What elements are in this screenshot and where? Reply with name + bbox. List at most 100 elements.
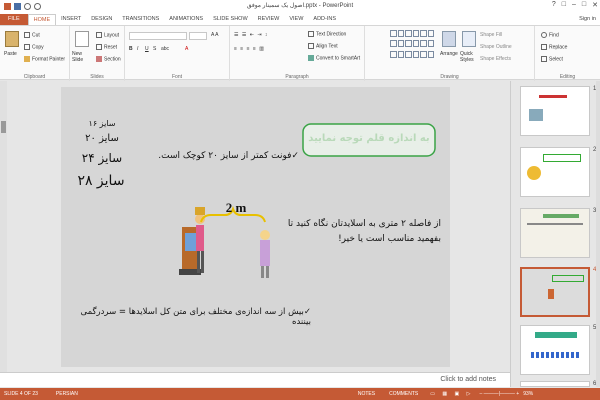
left-scroll-panel[interactable]: [0, 81, 7, 387]
tab-transitions[interactable]: TRANSITIONS: [117, 14, 164, 25]
shape-effects-button[interactable]: Shape Effects: [480, 56, 511, 62]
notes-pane[interactable]: Click to add notes: [0, 372, 510, 387]
help-icon[interactable]: ?: [552, 1, 556, 9]
new-slide-icon[interactable]: [75, 31, 89, 47]
tab-animations[interactable]: ANIMATIONS: [164, 14, 208, 25]
layout-button[interactable]: Layout: [96, 32, 119, 38]
tab-slide-show[interactable]: SLIDE SHOW: [208, 14, 253, 25]
shape-item[interactable]: [427, 40, 434, 48]
shape-item[interactable]: [390, 40, 397, 48]
shape-item[interactable]: [420, 40, 427, 48]
thumb-image: [529, 109, 543, 121]
shape-item[interactable]: [420, 50, 427, 58]
slide-thumbnail-6[interactable]: [520, 381, 590, 387]
bold-button[interactable]: B: [129, 46, 133, 52]
slide-thumbnail-4[interactable]: [520, 267, 590, 317]
find-button[interactable]: Find: [541, 32, 559, 38]
ribbon-tabs: FILE HOME INSERT DESIGN TRANSITIONS ANIM…: [0, 12, 600, 25]
arrange-button[interactable]: Arrange: [440, 51, 458, 57]
notes-placeholder[interactable]: Click to add notes: [440, 376, 496, 383]
distance-label[interactable]: 2 m: [216, 200, 256, 216]
replace-button[interactable]: Replace: [541, 44, 567, 50]
size-28-label[interactable]: سایز ۲۸: [71, 173, 131, 189]
paste-icon[interactable]: [5, 31, 19, 47]
cut-button[interactable]: Cut: [24, 32, 40, 38]
shape-item[interactable]: [412, 30, 419, 37]
tab-review[interactable]: REVIEW: [253, 14, 285, 25]
slide-thumbnail-3[interactable]: [520, 208, 590, 258]
slide-canvas[interactable]: به اندازه قلم توجه نمایید سایز ۱۶ سایز ۲…: [61, 87, 450, 367]
shape-item[interactable]: [427, 30, 434, 37]
zoom-slider[interactable]: – ———|——— +: [479, 391, 519, 397]
notes-button[interactable]: NOTES: [358, 391, 375, 397]
font-family-select[interactable]: [129, 32, 187, 40]
shape-item[interactable]: [405, 50, 412, 58]
shape-item[interactable]: [390, 30, 397, 37]
shape-item[interactable]: [427, 50, 434, 58]
shapes-gallery[interactable]: [390, 30, 434, 60]
list-buttons[interactable]: ☰ ☰ ⇤ ⇥ ↕: [234, 32, 268, 38]
slide-title[interactable]: به اندازه قلم توجه نمایید: [305, 133, 433, 144]
section-button[interactable]: Section: [96, 56, 121, 62]
shape-item[interactable]: [412, 50, 419, 58]
shape-fill-button[interactable]: Shape Fill: [480, 32, 502, 38]
convert-smartart-button[interactable]: Convert to SmartArt: [308, 55, 360, 61]
italic-button[interactable]: I: [137, 46, 138, 52]
arrange-icon[interactable]: [442, 31, 456, 47]
size-16-label[interactable]: سایز ۱۶: [81, 119, 123, 128]
shadow-button[interactable]: S: [153, 46, 156, 52]
shape-item[interactable]: [397, 30, 404, 37]
ribbon-display-icon[interactable]: □: [562, 1, 566, 9]
quick-styles-button[interactable]: Quick Styles: [460, 51, 480, 63]
tab-add-ins[interactable]: ADD-INS: [308, 14, 341, 25]
align-buttons[interactable]: ≡ ≡ ≡ ≡ ▥: [234, 46, 265, 52]
tab-home[interactable]: HOME: [27, 14, 57, 25]
distance-question[interactable]: از فاصله ۲ متری به اسلایدتان نگاه کنید ت…: [283, 217, 441, 247]
slide-thumbnail-5[interactable]: [520, 325, 590, 375]
slide-thumbnail-1[interactable]: [520, 86, 590, 136]
copy-button[interactable]: Copy: [24, 44, 44, 50]
shape-item[interactable]: [390, 50, 397, 58]
underline-button[interactable]: U: [145, 46, 149, 52]
zoom-level[interactable]: 93%: [523, 391, 533, 397]
tab-design[interactable]: DESIGN: [86, 14, 117, 25]
close-icon[interactable]: ✕: [592, 1, 598, 9]
reset-button[interactable]: Reset: [96, 44, 117, 50]
tab-view[interactable]: VIEW: [284, 14, 308, 25]
quick-styles-icon[interactable]: [462, 31, 476, 47]
scroll-thumb[interactable]: [1, 121, 6, 133]
shape-item[interactable]: [397, 50, 404, 58]
align-text-button[interactable]: Align Text: [308, 43, 338, 49]
shape-item[interactable]: [420, 30, 427, 37]
format-painter-button[interactable]: Format Painter: [24, 56, 65, 62]
slide-thumbnail-2[interactable]: [520, 147, 590, 197]
minimize-icon[interactable]: –: [572, 1, 576, 9]
reset-icon: [96, 44, 102, 50]
monitor-figure: [179, 207, 205, 275]
strikethrough-button[interactable]: abc: [161, 46, 169, 52]
bullet-font-variety[interactable]: ✓بیش از سه اندازه‌ی مختلف برای متن کل اس…: [75, 307, 311, 327]
grow-font-icon[interactable]: A A: [211, 32, 219, 38]
bullet-small-font[interactable]: ✓فونت کمتر از سایز ۲۰ کوچک است.: [149, 151, 299, 161]
comments-button[interactable]: COMMENTS: [389, 391, 418, 397]
font-color-button[interactable]: A: [185, 46, 188, 52]
view-buttons[interactable]: ▭ ▦ ▣ ▷: [430, 391, 473, 397]
shape-item[interactable]: [412, 40, 419, 48]
language-indicator[interactable]: PERSIAN: [56, 391, 78, 397]
shape-outline-button[interactable]: Shape Outline: [480, 44, 512, 50]
text-direction-button[interactable]: Text Direction: [308, 31, 346, 37]
select-button[interactable]: Select: [541, 56, 563, 62]
size-24-label[interactable]: سایز ۲۴: [77, 151, 127, 165]
sign-in-link[interactable]: Sign in: [579, 16, 596, 22]
new-slide-button[interactable]: New Slide: [72, 51, 94, 63]
shape-item[interactable]: [405, 40, 412, 48]
paste-button[interactable]: Paste: [4, 51, 17, 57]
font-size-select[interactable]: [189, 32, 207, 40]
size-20-label[interactable]: سایز ۲۰: [81, 133, 123, 144]
maximize-icon[interactable]: □: [582, 1, 586, 9]
thumbnails-scrollbar[interactable]: [596, 81, 600, 387]
tab-file[interactable]: FILE: [0, 14, 28, 25]
shape-item[interactable]: [397, 40, 404, 48]
shape-item[interactable]: [405, 30, 412, 37]
tab-insert[interactable]: INSERT: [56, 14, 86, 25]
